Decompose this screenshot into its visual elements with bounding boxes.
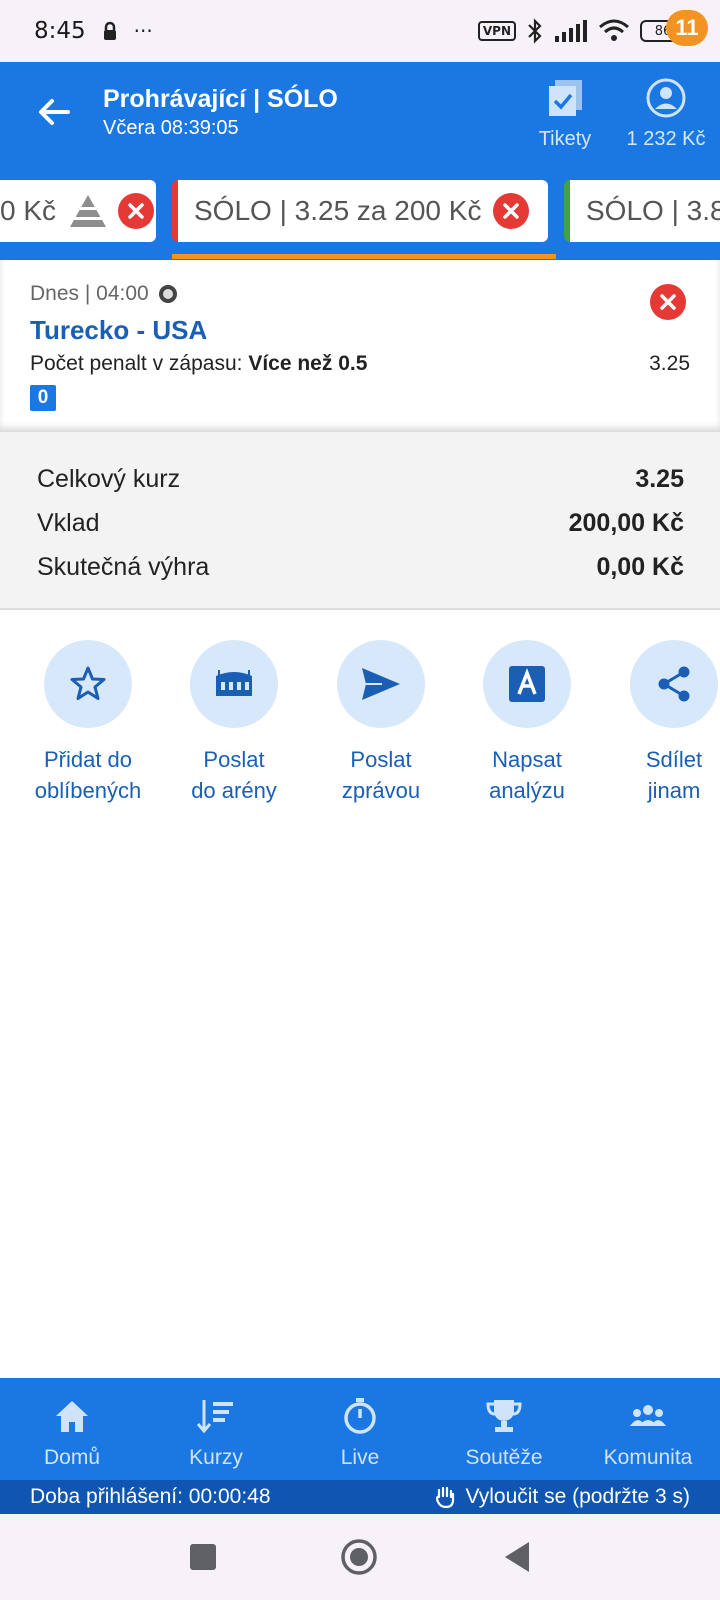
odds-icon	[196, 1400, 233, 1434]
page-title: Prohrávající | SÓLO	[103, 85, 338, 113]
more-notifications-icon: ···	[133, 19, 153, 43]
notification-badge: 11	[666, 10, 708, 46]
nav-live[interactable]: Live	[288, 1378, 432, 1480]
football-icon	[158, 285, 177, 303]
session-info-bar: Doba přihlášení: 00:00:48 Vyloučit se (p…	[0, 1480, 720, 1514]
community-icon	[630, 1405, 666, 1426]
trophy-icon	[486, 1400, 522, 1432]
vpn-icon: VPN	[477, 21, 516, 41]
action-label-2: jinam	[647, 778, 701, 803]
self-exclude-label: Vyloučit se (podržte 3 s)	[465, 1485, 690, 1508]
event-tag: 0	[30, 385, 56, 411]
nav-label: Kurzy	[189, 1446, 243, 1469]
win-label: Skutečná výhra	[37, 553, 210, 581]
share-button[interactable]: Sdílet jinam	[601, 640, 720, 806]
back-arrow-icon[interactable]	[34, 92, 74, 132]
login-time: Doba přihlášení: 00:00:48	[30, 1485, 271, 1508]
tickets-label: Tikety	[538, 128, 592, 150]
app-bar: Prohrávající | SÓLO Včera 08:39:05 Tiket…	[0, 62, 720, 180]
tickets-icon	[549, 80, 582, 116]
nav-competitions[interactable]: Soutěže	[432, 1378, 576, 1480]
action-label-1: Sdílet	[645, 747, 703, 772]
close-tab-icon[interactable]	[493, 193, 530, 229]
recents-icon[interactable]	[189, 1543, 217, 1571]
nav-odds[interactable]: Kurzy	[144, 1378, 288, 1480]
total-odds-value: 3.25	[635, 465, 684, 493]
system-navigation-bar	[0, 1514, 720, 1600]
ticket-tabs: 0 Kč SÓLO | 3.25 za 200 Kč SÓLO | 3.8	[0, 180, 720, 260]
tickets-button[interactable]: Tikety	[532, 78, 598, 151]
action-label-2: oblíbených	[34, 778, 142, 803]
account-button[interactable]: 1 232 Kč	[620, 78, 712, 151]
nav-label: Live	[340, 1446, 380, 1469]
share-icon	[658, 666, 690, 702]
write-analysis-button[interactable]: Napsat analýzu	[454, 640, 600, 806]
nav-home[interactable]: Domů	[0, 1378, 144, 1480]
remove-event-icon[interactable]	[650, 284, 686, 320]
send-icon	[362, 668, 400, 700]
nav-label: Komunita	[603, 1446, 693, 1469]
action-label-2: do arény	[191, 778, 277, 803]
total-odds-row: Celkový kurz 3.25	[37, 465, 684, 494]
nav-label: Soutěže	[465, 1446, 543, 1469]
account-balance: 1 232 Kč	[626, 128, 706, 150]
status-time: 8:45	[34, 18, 86, 44]
user-icon	[646, 78, 686, 118]
hotspot-icon	[103, 21, 116, 40]
win-value: 0,00 Kč	[596, 553, 684, 581]
win-row: Skutečná výhra 0,00 Kč	[37, 553, 684, 582]
ticket-tab-active[interactable]: SÓLO | 3.25 za 200 Kč	[172, 180, 548, 242]
status-bar: 8:45 ··· VPN 86	[0, 0, 720, 62]
action-label-2: zprávou	[341, 778, 421, 803]
ticket-summary: Celkový kurz 3.25 Vklad 200,00 Kč Skutečná…	[0, 432, 720, 610]
ticket-tab-previous[interactable]: 0 Kč	[0, 180, 156, 242]
ticket-tab-label: SÓLO | 3.25 za 200 Kč	[194, 195, 482, 226]
market-selection: Více než 0.5	[248, 352, 368, 375]
close-tab-icon[interactable]	[118, 193, 155, 229]
add-favorite-button[interactable]: Přidat do oblíbených	[15, 640, 161, 806]
event-market: Počet penalt v zápasu: Více než 0.5	[30, 352, 367, 376]
event-odds: 3.25	[649, 352, 690, 375]
bluetooth-icon	[528, 18, 542, 44]
ticket-tab-label: SÓLO | 3.8	[586, 195, 720, 226]
star-icon	[70, 666, 106, 700]
ticket-tab-next[interactable]: SÓLO | 3.8	[564, 180, 720, 242]
total-odds-label: Celkový kurz	[37, 465, 181, 493]
wifi-icon	[599, 19, 629, 41]
home-button-icon[interactable]	[340, 1538, 378, 1576]
stake-row: Vklad 200,00 Kč	[37, 509, 684, 538]
arena-icon	[216, 670, 252, 696]
event-date: Dnes | 04:00	[30, 282, 149, 305]
event-datetime: Dnes | 04:00	[30, 282, 177, 306]
home-icon	[56, 1401, 88, 1432]
analysis-icon	[509, 666, 545, 702]
system-back-icon[interactable]	[503, 1540, 531, 1574]
ticket-tab-label: 0 Kč	[0, 195, 57, 226]
lose-triangle-icon	[70, 195, 107, 227]
bottom-navigation: Domů Kurzy Live Soutěže Komunita	[0, 1378, 720, 1480]
signal-icon	[555, 20, 587, 42]
stake-value: 200,00 Kč	[568, 509, 684, 537]
bet-event: Dnes | 04:00 Turecko - USA Počet penalt …	[0, 260, 720, 432]
stopwatch-icon	[344, 1398, 376, 1434]
action-label-2: analýzu	[489, 778, 565, 803]
action-label-1: Přidat do	[43, 747, 133, 772]
send-arena-button[interactable]: Poslat do arény	[161, 640, 307, 806]
market-label: Počet penalt v zápasu:	[30, 352, 249, 375]
action-label-1: Poslat	[203, 747, 265, 772]
send-message-button[interactable]: Poslat zprávou	[308, 640, 454, 806]
nav-label: Domů	[43, 1446, 101, 1469]
ticket-actions: Přidat do oblíbených Poslat do arény Posla…	[0, 640, 720, 810]
action-label-1: Poslat	[350, 747, 412, 772]
hand-icon	[435, 1486, 454, 1509]
action-label-1: Napsat	[492, 747, 562, 772]
page-subtitle: Včera 08:39:05	[103, 117, 239, 139]
self-exclude-button[interactable]: Vyloučit se (podržte 3 s)	[434, 1485, 690, 1509]
nav-community[interactable]: Komunita	[576, 1378, 720, 1480]
event-match[interactable]: Turecko - USA	[30, 315, 207, 346]
active-tab-indicator	[172, 254, 556, 259]
stake-label: Vklad	[37, 509, 100, 537]
